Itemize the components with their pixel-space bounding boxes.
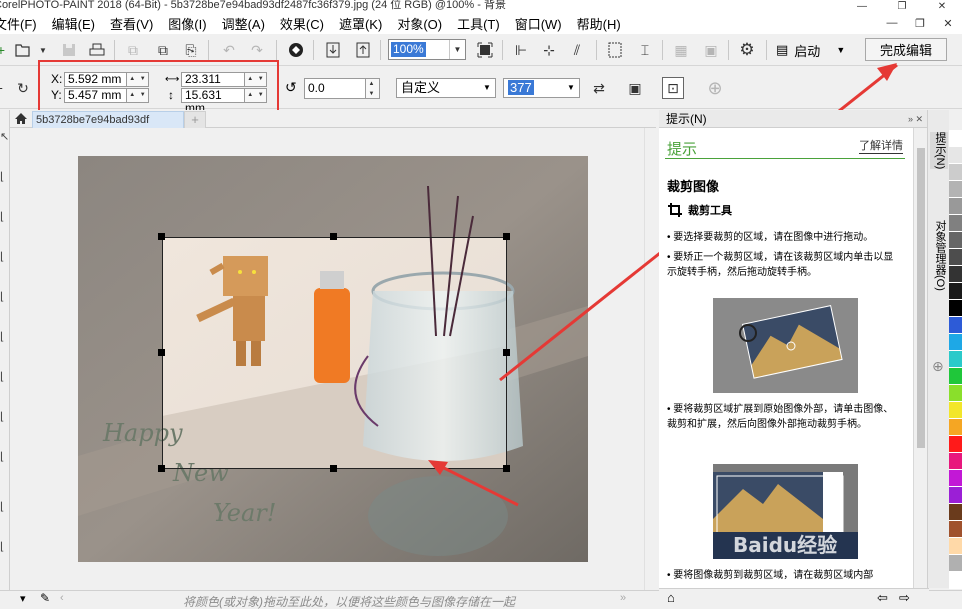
learn-more-link[interactable]: 了解详情 — [859, 140, 903, 154]
object-manager-docker-tab[interactable]: 对象管理器(O) — [930, 220, 948, 291]
crop-tool-line: 裁剪工具 — [667, 202, 732, 218]
crop-tool-name: 裁剪工具 — [688, 205, 732, 217]
color-drop-hint: 将颜色(或对象)拖动至此处，以便将这些颜色与图像存储在一起 — [183, 595, 515, 609]
watermark-text: Baidu经验 — [733, 533, 837, 557]
crop-icon — [668, 203, 682, 217]
color-swatch[interactable] — [949, 368, 962, 385]
hints-panel: 提示 了解详情 裁剪图像 裁剪工具 • 要选择要裁剪的区域，请在图像中进行拖动。… — [659, 128, 913, 588]
palette-scroll-left-icon[interactable]: ‹ — [60, 592, 64, 604]
color-swatch[interactable] — [949, 419, 962, 436]
hints-panel-header: 提示(N) » ✕ — [659, 110, 929, 128]
color-swatch[interactable] — [949, 504, 962, 521]
eyedropper-icon[interactable]: ✎ — [40, 591, 50, 605]
color-swatch[interactable] — [949, 351, 962, 368]
color-swatch[interactable] — [949, 181, 962, 198]
expand-crop-illustration: Baidu经验 — [713, 464, 858, 559]
palette-scroll-right-icon[interactable]: » — [620, 592, 626, 604]
color-swatch[interactable] — [949, 317, 962, 334]
hints-panel-scrollbar[interactable] — [913, 128, 927, 588]
color-palette[interactable] — [949, 130, 962, 590]
color-swatch[interactable] — [949, 436, 962, 453]
hint-bullet-3: • 要将裁剪区域扩展到原始图像外部，请单击图像、裁剪和扩展，然后向图像外部拖动裁… — [667, 404, 894, 430]
rotate-crop-illustration — [713, 298, 858, 393]
dropdown-icon[interactable]: ▾ — [20, 592, 26, 605]
color-swatch[interactable] — [949, 334, 962, 351]
color-swatch[interactable] — [949, 164, 962, 181]
color-swatch[interactable] — [949, 130, 962, 147]
color-swatch[interactable] — [949, 249, 962, 266]
hints-panel-title: 提示(N) — [666, 112, 707, 126]
hint-heading: 裁剪图像 — [667, 179, 720, 194]
color-swatch[interactable] — [949, 385, 962, 402]
color-swatch[interactable] — [949, 555, 962, 572]
forward-arrow-icon[interactable]: ⇨ — [899, 590, 910, 606]
color-swatch[interactable] — [949, 198, 962, 215]
photo-paint-window: CorelPHOTO-PAINT 2018 (64-Bit) - 5b3728b… — [0, 0, 962, 609]
add-docker-icon[interactable]: ⊕ — [932, 358, 944, 375]
hint-bullet-4: • 要将图像裁剪到裁剪区域，请在裁剪区域内部 — [667, 570, 874, 581]
color-swatch[interactable] — [949, 215, 962, 232]
color-swatch[interactable] — [949, 300, 962, 317]
color-swatch[interactable] — [949, 572, 962, 589]
color-swatch[interactable] — [949, 283, 962, 300]
color-swatch[interactable] — [949, 266, 962, 283]
color-swatch[interactable] — [949, 487, 962, 504]
color-swatch[interactable] — [949, 521, 962, 538]
color-swatch[interactable] — [949, 232, 962, 249]
hints-title: 提示 — [667, 141, 698, 158]
hint-bullet-2: • 要矫正一个裁剪区域，请在该裁剪区域内单击以显示旋转手柄，然后拖动旋转手柄。 — [667, 252, 894, 278]
color-swatch[interactable] — [949, 147, 962, 164]
hints-panel-nav: ⌂ ⇦ ⇨ — [659, 588, 929, 609]
color-swatch[interactable] — [949, 538, 962, 555]
home-icon[interactable]: ⌂ — [667, 590, 675, 605]
panel-collapse-icon[interactable]: » ✕ — [908, 110, 923, 128]
color-swatch[interactable] — [949, 470, 962, 487]
color-swatch[interactable] — [949, 402, 962, 419]
color-swatch[interactable] — [949, 453, 962, 470]
hint-bullet-1: • 要选择要裁剪的区域，请在图像中进行拖动。 — [667, 232, 874, 243]
back-arrow-icon[interactable]: ⇦ — [877, 590, 888, 606]
hints-docker-tab[interactable]: 提示(N) — [930, 132, 948, 170]
docker-tabs: 提示(N) 对象管理器(O) ⊕ — [927, 110, 949, 588]
